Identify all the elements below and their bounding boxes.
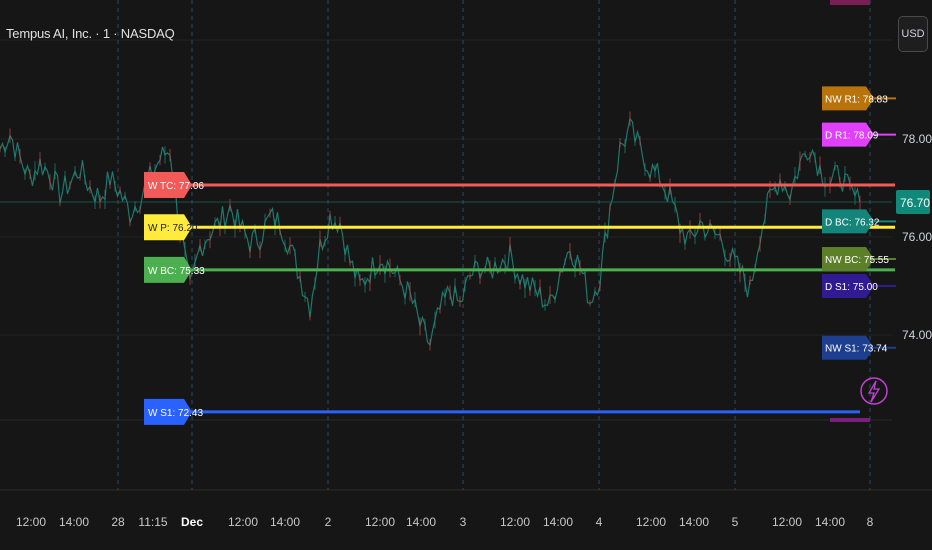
time-tick-label: 8	[867, 515, 874, 529]
time-tick-label: 11:15	[138, 515, 167, 529]
price-tick-label: 78.00	[902, 132, 932, 146]
time-tick-label: 12:00	[228, 515, 258, 529]
time-tick-label: 3	[460, 515, 467, 529]
right-level-label-text: D S1: 75.00	[825, 282, 878, 293]
price-chart[interactable]: W TC: 77.06 W P: 76.20 W BC: 75.33 W S1: 72…	[0, 0, 932, 550]
right-level-label-text: NW BC: 75.55	[825, 255, 889, 266]
current-price-label: 76.70	[900, 196, 930, 210]
right-level-label-text: D R1: 78.09	[825, 131, 879, 142]
time-tick-label: 12:00	[636, 515, 666, 529]
time-tick-label: 12:00	[772, 515, 802, 529]
offscreen-label-marker	[830, 0, 870, 5]
pivot-label-text: W BC: 75.33	[148, 266, 205, 277]
right-level-label-text: NW S1: 73.74	[825, 344, 888, 355]
price-tick-label: 76.00	[902, 230, 932, 244]
time-tick-label: 4	[596, 515, 603, 529]
price-tick-label: 74.00	[902, 328, 932, 342]
time-tick-label: 12:00	[16, 515, 46, 529]
right-level-label-text: D BC: 76.32	[825, 217, 880, 228]
time-tick-label: 14:00	[270, 515, 300, 529]
currency-button[interactable]: USD	[898, 16, 928, 52]
symbol-title[interactable]: Tempus AI, Inc. · 1 · NASDAQ	[6, 26, 175, 41]
time-tick-label: 14:00	[59, 515, 89, 529]
time-tick-label: 14:00	[815, 515, 845, 529]
offscreen-label-marker	[830, 418, 870, 422]
time-tick-label: 12:00	[500, 515, 530, 529]
pivot-label-text: W S1: 72.43	[148, 408, 203, 419]
pivot-label-text: W P: 76.20	[148, 223, 198, 234]
time-tick-label: 14:00	[406, 515, 436, 529]
time-tick-label: 5	[732, 515, 739, 529]
time-tick-label: 14:00	[679, 515, 709, 529]
right-level-label-text: NW R1: 78.83	[825, 94, 888, 105]
time-tick-label: Dec	[181, 515, 203, 529]
time-tick-label: 2	[325, 515, 332, 529]
time-tick-label: 14:00	[543, 515, 573, 529]
time-tick-label: 28	[111, 515, 125, 529]
pivot-label-text: W TC: 77.06	[148, 181, 204, 192]
time-tick-label: 12:00	[365, 515, 395, 529]
